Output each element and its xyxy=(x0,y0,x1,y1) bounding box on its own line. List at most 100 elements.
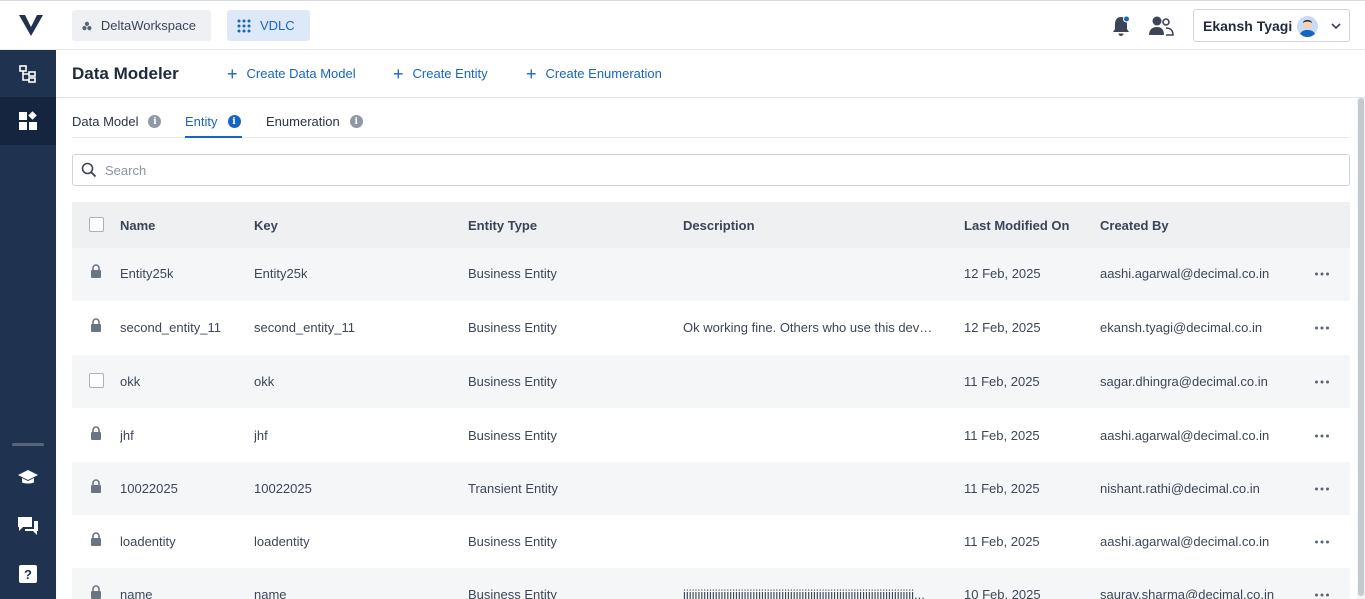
more-actions-icon[interactable] xyxy=(1314,592,1330,598)
app-label: VDLC xyxy=(260,18,295,33)
vertical-scrollbar[interactable] xyxy=(1357,98,1365,599)
cell-created-by: aashi.agarwal@decimal.co.in xyxy=(1100,266,1270,281)
create-data-model-button[interactable]: + Create Data Model xyxy=(227,63,356,84)
more-actions-icon[interactable] xyxy=(1314,486,1330,492)
table-row[interactable]: second_entity_11 second_entity_11 Business… xyxy=(72,301,1350,354)
scrollbar-thumb[interactable] xyxy=(1358,98,1364,596)
cell-description: Ok working fine. Others who use this dev… xyxy=(683,320,933,335)
plus-icon: + xyxy=(393,63,404,84)
tab-data-model[interactable]: Data Model i xyxy=(72,114,162,138)
brand-logo-icon[interactable] xyxy=(18,13,44,37)
search-input[interactable] xyxy=(105,162,1305,178)
sidebar-divider xyxy=(12,443,44,446)
tab-entity[interactable]: Entity i xyxy=(185,114,241,138)
sidebar-item-hierarchy[interactable] xyxy=(0,50,56,98)
tab-enumeration[interactable]: Enumeration i xyxy=(266,114,363,138)
lock-icon xyxy=(91,585,101,599)
column-header-description[interactable]: Description xyxy=(683,218,755,233)
row-checkbox[interactable] xyxy=(89,373,104,388)
cell-last-modified: 11 Feb, 2025 xyxy=(964,481,1040,496)
info-icon[interactable]: i xyxy=(349,115,363,128)
column-header-key[interactable]: Key xyxy=(254,218,278,233)
cell-description: iiiiiiiiiiiiiiiiiiiiiiiiiiiiiiiiiiiiiiii… xyxy=(683,587,925,599)
cell-last-modified: 12 Feb, 2025 xyxy=(964,320,1041,335)
cell-name: jhf xyxy=(120,428,134,443)
create-enumeration-label: Create Enumeration xyxy=(545,66,662,81)
cell-created-by: aashi.agarwal@decimal.co.in xyxy=(1100,534,1270,549)
cell-name: name xyxy=(120,587,153,599)
sidebar-item-data-modeler[interactable] xyxy=(0,97,56,145)
cell-created-by: nishant.rathi@decimal.co.in xyxy=(1100,481,1260,496)
search-icon xyxy=(81,162,97,178)
plus-icon: + xyxy=(526,63,537,84)
create-enumeration-button[interactable]: + Create Enumeration xyxy=(526,63,662,84)
cell-entity-type: Business Entity xyxy=(468,587,557,599)
tab-label: Entity xyxy=(185,114,218,129)
table-row[interactable]: Entity25k Entity25k Business Entity 12 Feb,… xyxy=(72,248,1350,301)
select-all-checkbox[interactable] xyxy=(89,217,104,232)
cell-key: 10022025 xyxy=(254,481,312,496)
column-header-last-modified[interactable]: Last Modified On xyxy=(964,218,1069,233)
table-row[interactable]: name name Business Entity iiiiiiiiiiiiiiiii… xyxy=(72,568,1350,599)
page-title: Data Modeler xyxy=(72,64,179,83)
cell-created-by: aashi.agarwal@decimal.co.in xyxy=(1100,428,1270,443)
cell-created-by: saurav.sharma@decimal.co.in xyxy=(1100,587,1275,599)
info-icon[interactable]: i xyxy=(148,115,162,128)
cell-last-modified: 12 Feb, 2025 xyxy=(964,266,1041,281)
cell-entity-type: Business Entity xyxy=(468,320,557,335)
more-actions-icon[interactable] xyxy=(1314,539,1330,545)
plus-icon: + xyxy=(227,63,238,84)
cell-entity-type: Business Entity xyxy=(468,266,557,281)
sidebar-item-learning[interactable] xyxy=(0,454,56,502)
more-actions-icon[interactable] xyxy=(1314,325,1330,331)
cell-key: loadentity xyxy=(254,534,310,549)
cell-created-by: sagar.dhingra@decimal.co.in xyxy=(1100,374,1268,389)
table-row[interactable]: jhf jhf Business Entity 11 Feb, 2025 aashi.a… xyxy=(72,409,1350,462)
create-entity-button[interactable]: + Create Entity xyxy=(393,63,488,84)
info-icon[interactable]: i xyxy=(227,115,241,128)
user-profile-menu[interactable]: Ekansh Tyagi xyxy=(1193,9,1350,42)
user-management-icon[interactable] xyxy=(1148,15,1174,37)
cell-last-modified: 11 Feb, 2025 xyxy=(964,534,1040,549)
header-divider xyxy=(56,97,1365,98)
column-header-created-by[interactable]: Created By xyxy=(1100,218,1169,233)
cell-last-modified: 11 Feb, 2025 xyxy=(964,428,1040,443)
dashboard-icon xyxy=(19,111,37,130)
column-header-name[interactable]: Name xyxy=(120,218,155,233)
lock-icon xyxy=(91,264,101,278)
cell-name: okk xyxy=(120,374,141,389)
lock-icon xyxy=(91,532,101,546)
avatar xyxy=(1297,16,1318,37)
cell-entity-type: Transient Entity xyxy=(468,481,558,496)
more-actions-icon[interactable] xyxy=(1314,271,1330,277)
cell-key: name xyxy=(254,587,287,599)
table-row[interactable]: 10022025 10022025 Transient Entity 11 Feb, … xyxy=(72,462,1350,515)
notification-bell-icon[interactable] xyxy=(1111,15,1131,37)
chat-icon xyxy=(18,517,38,535)
cell-name: Entity25k xyxy=(120,266,174,281)
active-tab-indicator xyxy=(185,136,242,138)
more-actions-icon[interactable] xyxy=(1314,433,1330,439)
graduation-cap-icon xyxy=(18,470,38,484)
cell-key: okk xyxy=(254,374,275,389)
svg-text:?: ? xyxy=(24,567,32,582)
sidebar-item-help[interactable]: ? xyxy=(0,550,56,598)
workspace-switcher[interactable]: DeltaWorkspace xyxy=(72,10,211,41)
app-switcher[interactable]: VDLC xyxy=(227,10,310,41)
tab-label: Data Model xyxy=(72,114,139,129)
hierarchy-icon xyxy=(19,65,36,83)
cell-last-modified: 10 Feb, 2025 xyxy=(964,587,1041,599)
cell-key: Entity25k xyxy=(254,266,308,281)
cell-name: 10022025 xyxy=(120,481,178,496)
column-header-entity-type[interactable]: Entity Type xyxy=(468,218,537,233)
cell-key: second_entity_11 xyxy=(254,320,355,335)
lock-icon xyxy=(91,318,101,332)
table-row[interactable]: loadentity loadentity Business Entity 11 Fe… xyxy=(72,515,1350,568)
lock-icon xyxy=(91,426,101,440)
more-actions-icon[interactable] xyxy=(1314,379,1330,385)
cell-name: second_entity_11 xyxy=(120,320,221,335)
sidebar-item-chat[interactable] xyxy=(0,502,56,550)
table-row[interactable]: okk okk Business Entity 11 Feb, 2025 sagar.d… xyxy=(72,355,1350,408)
create-entity-label: Create Entity xyxy=(412,66,488,81)
cell-created-by: ekansh.tyagi@decimal.co.in xyxy=(1100,320,1263,335)
